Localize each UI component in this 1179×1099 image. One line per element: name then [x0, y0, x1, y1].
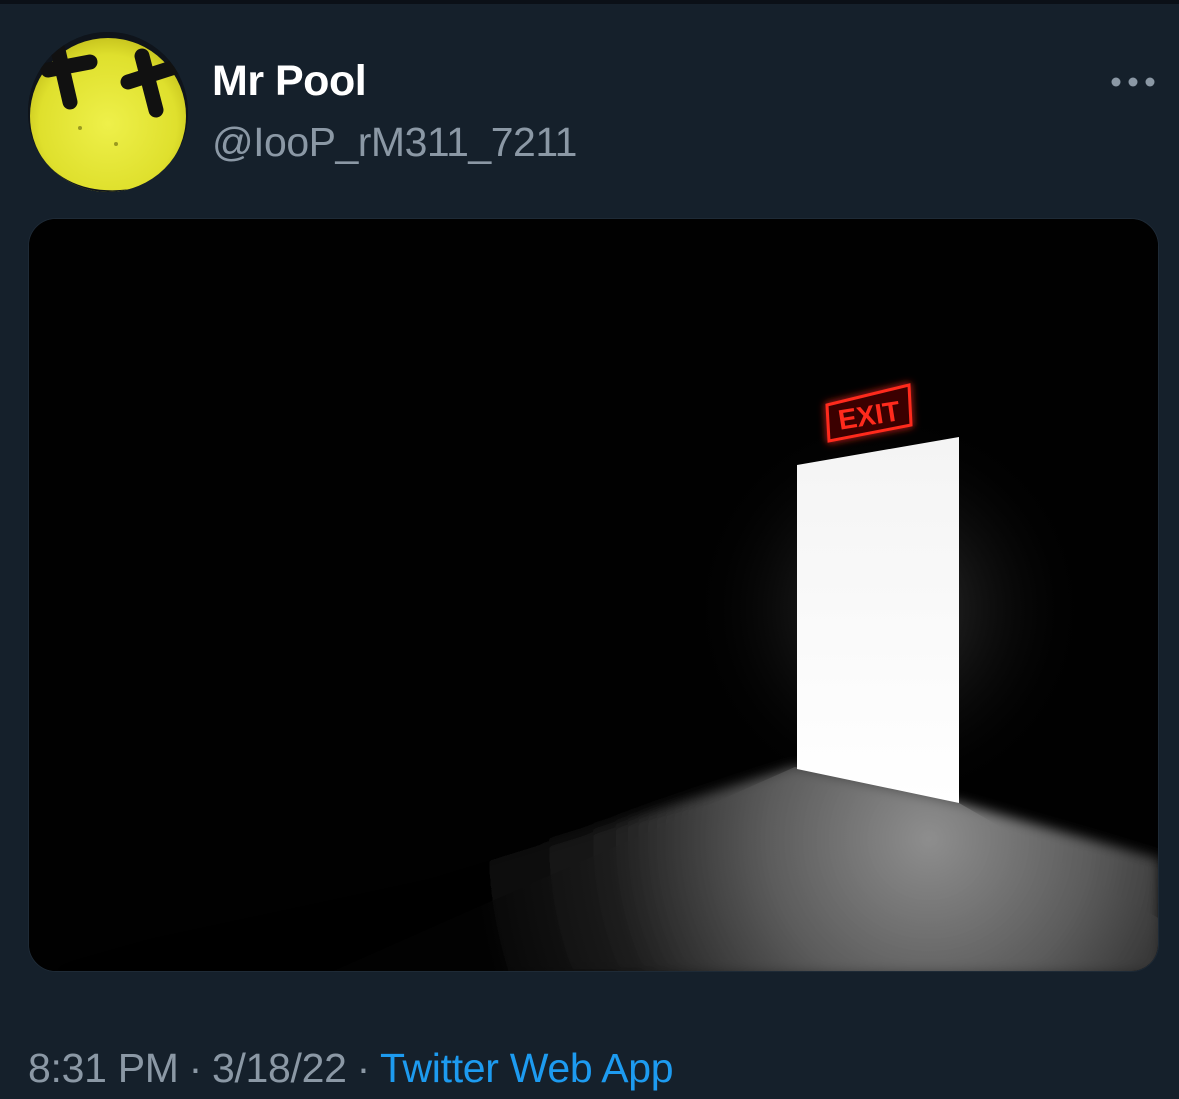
- avatar[interactable]: [28, 32, 188, 192]
- more-horizontal-icon: [1111, 77, 1155, 87]
- display-name[interactable]: Mr Pool: [212, 60, 367, 103]
- separator: ·: [356, 1045, 371, 1091]
- more-options-button[interactable]: [1106, 66, 1160, 98]
- tweet-media-image[interactable]: EXIT: [28, 218, 1159, 972]
- separator: ·: [188, 1045, 203, 1091]
- tweet-time[interactable]: 8:31 PM: [28, 1045, 179, 1091]
- yellow-smiley-face-avatar-icon: [28, 32, 188, 192]
- tweet-date[interactable]: 3/18/22: [212, 1045, 347, 1091]
- user-handle[interactable]: @IooP_rM311_7211: [212, 122, 577, 163]
- dark-room-exit-door-image: EXIT: [29, 219, 1158, 971]
- tweet: Mr Pool @IooP_rM311_7211 EXIT 8:31 PM · …: [0, 0, 1179, 1099]
- tweet-source-link[interactable]: Twitter Web App: [380, 1045, 674, 1091]
- tweet-metadata: 8:31 PM · 3/18/22 · Twitter Web App: [28, 1045, 674, 1091]
